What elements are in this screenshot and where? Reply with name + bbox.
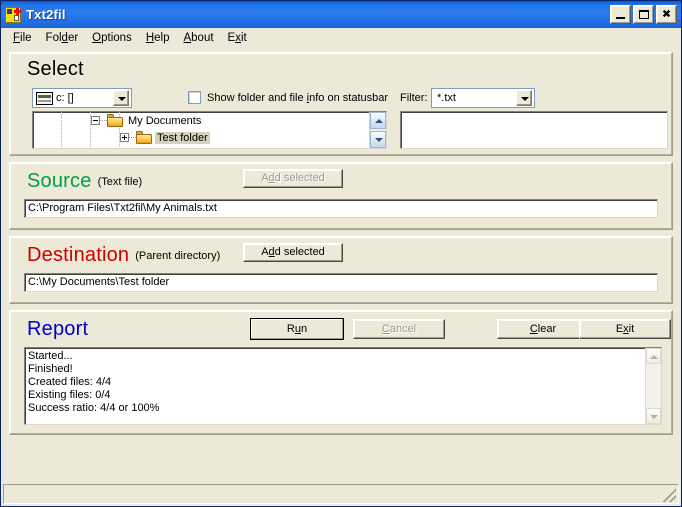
source-panel: Source (Text file) Add selected C:\Progr…: [9, 162, 673, 230]
filter-label: Filter:: [400, 92, 428, 104]
filter-select[interactable]: *.txt: [431, 88, 535, 108]
tree-node-test-folder[interactable]: Test folder: [33, 129, 369, 146]
report-line: Success ratio: 4/4 or 100%: [28, 402, 645, 415]
filter-select-value: *.txt: [434, 92, 516, 104]
menu-item-folder[interactable]: Folder: [40, 30, 87, 46]
clear-button-label: Clear: [530, 324, 556, 335]
select-section-title: Select: [27, 59, 84, 79]
scroll-up-icon[interactable]: [646, 348, 661, 364]
run-button-label: Run: [287, 324, 307, 335]
status-bar: [3, 484, 679, 504]
minimize-button[interactable]: [610, 5, 631, 24]
exit-button[interactable]: Exit: [579, 319, 671, 339]
source-path-input[interactable]: C:\Program Files\Txt2fil\My Animals.txt: [24, 199, 658, 218]
show-info-checkbox-row[interactable]: Show folder and file info on statusbar: [182, 91, 388, 104]
file-list[interactable]: [400, 111, 668, 149]
drive-select-value: c: []: [53, 92, 113, 104]
scroll-down-icon[interactable]: [370, 131, 386, 148]
menu-item-about[interactable]: About: [177, 30, 221, 46]
menu-bar: File Folder Options Help About Exit: [1, 28, 681, 47]
destination-path-input[interactable]: C:\My Documents\Test folder: [24, 273, 658, 292]
scroll-down-icon[interactable]: [646, 408, 661, 424]
destination-panel: Destination (Parent directory) Add selec…: [9, 236, 673, 304]
window-controls: ✖: [610, 5, 679, 24]
clear-button[interactable]: Clear: [497, 319, 589, 339]
report-output-text: Started... Finished! Created files: 4/4 …: [25, 348, 645, 424]
source-section-title: Source: [27, 171, 92, 191]
report-scrollbar[interactable]: [645, 348, 661, 424]
destination-section-title: Destination: [27, 245, 129, 265]
cancel-button[interactable]: Cancel: [353, 319, 445, 339]
application-window: Txt2fil ✖ File Folder Options Help About…: [0, 0, 682, 507]
report-line: Existing files: 0/4: [28, 389, 645, 402]
folder-tree-area[interactable]: My Documents Test folder: [33, 112, 369, 148]
chevron-down-icon: [113, 90, 129, 106]
title-bar: Txt2fil ✖: [1, 1, 681, 28]
menu-item-exit[interactable]: Exit: [222, 30, 255, 46]
destination-add-selected-label: Add selected: [261, 247, 325, 258]
expand-plus-icon[interactable]: [120, 133, 129, 142]
window-title: Txt2fil: [26, 7, 610, 22]
folder-tree-scrollbar[interactable]: [369, 112, 386, 148]
source-add-selected-label: Add selected: [261, 173, 325, 184]
show-info-checkbox[interactable]: [188, 91, 201, 104]
tree-node-label: Test folder: [155, 132, 210, 144]
folder-tree[interactable]: My Documents Test folder: [32, 111, 387, 149]
report-section-title: Report: [27, 319, 88, 339]
show-info-checkbox-label: Show folder and file info on statusbar: [207, 92, 388, 104]
source-add-selected-button[interactable]: Add selected: [243, 169, 343, 188]
cancel-button-label: Cancel: [382, 324, 416, 335]
source-section-subtitle: (Text file): [98, 176, 143, 188]
drive-icon: [36, 92, 53, 105]
report-output[interactable]: Started... Finished! Created files: 4/4 …: [24, 347, 662, 425]
resize-grip[interactable]: [663, 489, 676, 502]
menu-item-options[interactable]: Options: [86, 30, 140, 46]
report-line: Created files: 4/4: [28, 376, 645, 389]
scroll-up-icon[interactable]: [370, 112, 386, 129]
tree-connector: [100, 120, 107, 121]
menu-item-help[interactable]: Help: [140, 30, 178, 46]
maximize-button[interactable]: [633, 5, 654, 24]
tree-node-my-documents[interactable]: My Documents: [33, 112, 369, 129]
select-panel: Select c: [] Show folder and file info o…: [9, 52, 673, 156]
report-panel: Report Run Cancel Clear Exit Started... …: [9, 310, 673, 435]
close-button[interactable]: ✖: [656, 5, 677, 24]
chevron-down-icon: [516, 90, 532, 106]
collapse-minus-icon[interactable]: [91, 116, 100, 125]
app-icon: [5, 7, 21, 23]
source-header: Source (Text file): [27, 171, 142, 191]
tree-connector: [129, 137, 136, 138]
destination-add-selected-button[interactable]: Add selected: [243, 243, 343, 262]
report-line: Finished!: [28, 363, 645, 376]
drive-select[interactable]: c: []: [32, 88, 132, 108]
destination-header: Destination (Parent directory): [27, 245, 220, 265]
run-button[interactable]: Run: [250, 318, 344, 340]
exit-button-label: Exit: [616, 324, 634, 335]
report-line: Started...: [28, 350, 645, 363]
tree-node-label: My Documents: [126, 115, 203, 127]
menu-item-file[interactable]: File: [7, 30, 40, 46]
folder-icon: [107, 114, 123, 127]
destination-section-subtitle: (Parent directory): [135, 250, 220, 262]
folder-icon: [136, 131, 152, 144]
